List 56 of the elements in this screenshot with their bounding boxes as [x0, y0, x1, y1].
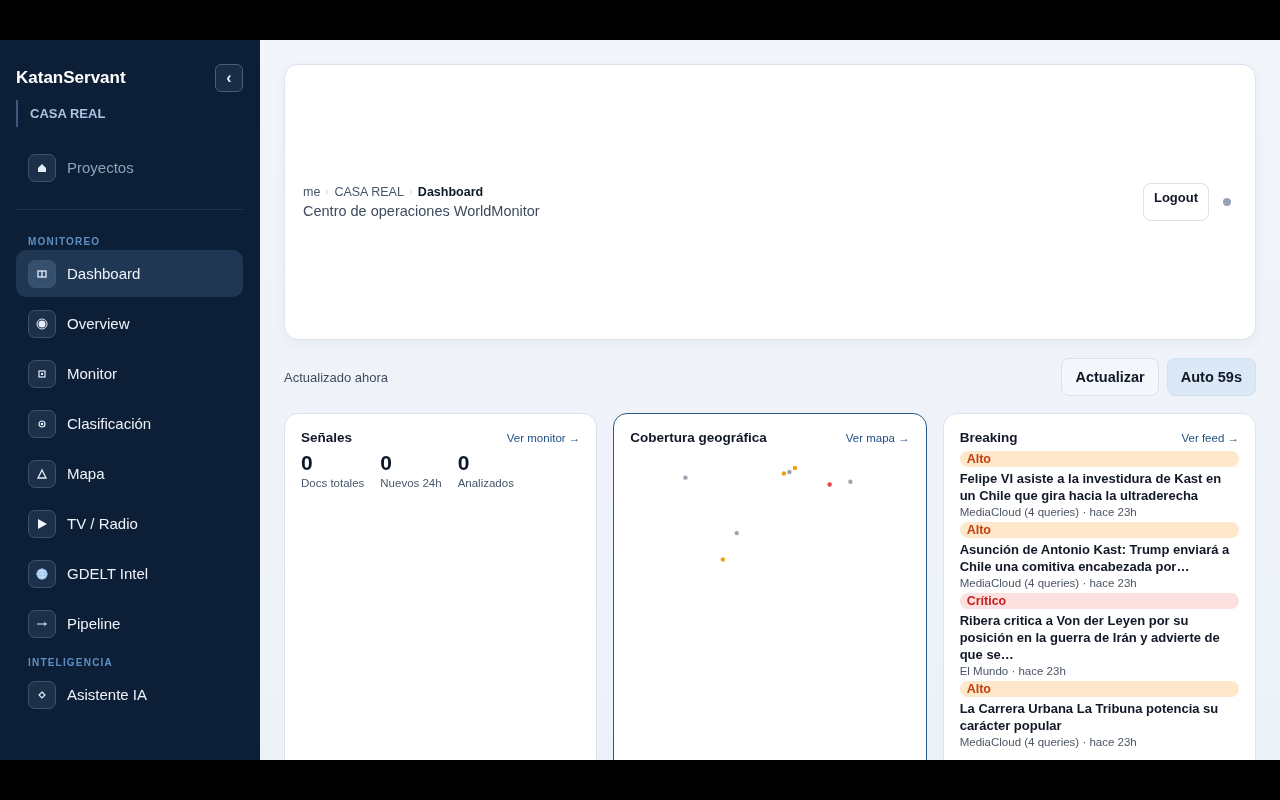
- nav-item[interactable]: Monitor: [16, 350, 243, 397]
- stat-label: Docs totales: [301, 477, 365, 489]
- nav-item[interactable]: Dashboard: [16, 250, 243, 297]
- brand-name: KatanServant: [16, 68, 126, 88]
- refresh-button[interactable]: Actualizar: [1061, 358, 1159, 396]
- nav-item[interactable]: GDELT Intel: [16, 550, 243, 597]
- card-title: Breaking: [959, 430, 1018, 445]
- square-icon: [28, 359, 56, 388]
- news-meta: MediaCloud (4 queries) · hace 23h: [959, 577, 1138, 589]
- workspace-label: CASA REAL: [16, 100, 243, 127]
- projects-link[interactable]: Proyectos: [16, 144, 243, 191]
- news-meta: MediaCloud (4 queries) · hace 23h: [959, 506, 1138, 518]
- card-title: Señales: [301, 430, 353, 445]
- section-heading: INTELIGENCIA: [27, 656, 114, 670]
- nav-item[interactable]: TV / Radio: [16, 500, 243, 547]
- breadcrumb-chevron-icon: [408, 189, 413, 195]
- stat-label: Analizados: [457, 477, 514, 489]
- status-dot-icon: [1223, 198, 1231, 206]
- nav-item[interactable]: Mapa: [16, 450, 243, 497]
- nav-item[interactable]: Asistente IA: [16, 671, 243, 718]
- columns-icon: [28, 259, 56, 288]
- news-headline[interactable]: Felipe VI asiste a la investidura de Kast en un Chile que gira hacia la ultraderecha: [959, 470, 1239, 504]
- monitor-link[interactable]: Ver monitor →: [506, 431, 581, 444]
- breadcrumb-item[interactable]: me: [303, 185, 321, 199]
- play-icon: [28, 509, 56, 538]
- news-meta: MediaCloud (4 queries) · hace 23h: [959, 736, 1138, 748]
- page-subtitle: Centro de operaciones WorldMonitor: [303, 203, 541, 219]
- globe-icon: [28, 559, 56, 588]
- news-headline[interactable]: Asunción de Antonio Kast: Trump enviará a Chile una comitiva encabezada por…: [959, 541, 1239, 575]
- feed-link[interactable]: Ver feed →: [1181, 431, 1239, 444]
- news-headline[interactable]: La Carrera Urbana La Tribuna potencia su carácter popular: [959, 700, 1239, 734]
- section-heading: MONITOREO: [27, 235, 102, 249]
- stat-label: Nuevos 24h: [380, 477, 442, 489]
- severity-badge: Alto: [959, 451, 1239, 467]
- stat-value: 0: [457, 451, 471, 475]
- stat-value: 0: [301, 451, 314, 475]
- stat-value: 0: [380, 451, 393, 475]
- logout-button[interactable]: Logout: [1142, 183, 1209, 221]
- news-headline[interactable]: Ribera critica a Von der Leyen por su posición en la guerra de Irán y advierte de que se…: [959, 612, 1239, 663]
- breadcrumb-item[interactable]: CASA REAL: [334, 185, 404, 199]
- severity-badge: Alto: [959, 522, 1239, 538]
- breadcrumb-chevron-icon: [325, 189, 330, 195]
- nav-item[interactable]: Clasificación: [16, 400, 243, 447]
- auto-refresh-button[interactable]: Auto 59s: [1166, 358, 1256, 396]
- collapse-button[interactable]: ‹: [215, 64, 243, 92]
- map-link[interactable]: Ver mapa →: [845, 431, 910, 444]
- breadcrumb-item: Dashboard: [417, 185, 484, 199]
- target-icon: [28, 309, 56, 338]
- nav-item[interactable]: Overview: [16, 300, 243, 347]
- nav-item[interactable]: Pipeline: [16, 600, 243, 647]
- severity-badge: Alto: [959, 681, 1239, 697]
- home-icon: [28, 153, 56, 182]
- news-meta: El Mundo · hace 23h: [959, 665, 1067, 677]
- card-title: Cobertura geográfica: [630, 430, 767, 445]
- update-status: Actualizado ahora: [284, 369, 390, 385]
- severity-badge: Crítico: [959, 593, 1239, 609]
